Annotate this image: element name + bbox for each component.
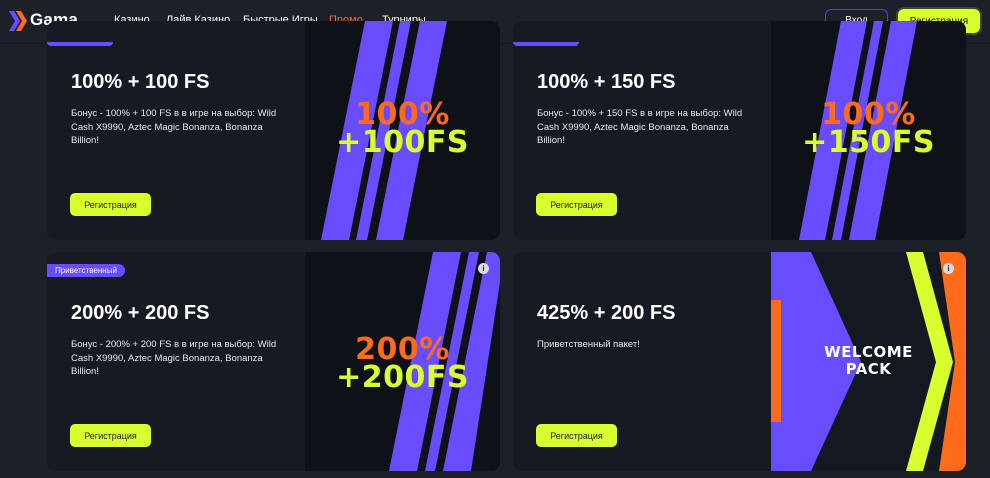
tag-stub (513, 42, 579, 46)
banner-line2: PACK (845, 360, 892, 378)
promo-description: Бонус - 100% + 150 FS в в игре на выбор:… (537, 108, 743, 146)
promo-banner-image: 100% +100FS (305, 21, 500, 240)
promo-card: Приветственный 200% + 200 FS Бонус - 200… (47, 252, 500, 471)
banner-caption: 200% +200FS (305, 335, 500, 395)
banner-freespins: +150FS (802, 125, 935, 160)
promo-banner-image: WELCOME PACK i (771, 252, 966, 471)
chevrons-logo-icon (9, 11, 27, 31)
promo-card: 100% + 150 FS Бонус - 100% + 150 FS в в … (513, 21, 966, 240)
banner-freespins: +100FS (336, 125, 469, 160)
welcome-pack-caption: WELCOME PACK (771, 344, 966, 378)
promo-title: 100% + 150 FS (537, 71, 676, 93)
promo-banner-image: 200% +200FS i (305, 252, 500, 471)
banner-line1: WELCOME (824, 343, 913, 361)
promo-description: Бонус - 100% + 100 FS в в игре на выбор:… (71, 108, 277, 146)
banner-caption: 100% +100FS (305, 100, 500, 160)
promo-card: 100% + 100 FS Бонус - 100% + 100 FS в в … (47, 21, 500, 240)
promo-register-button[interactable]: Регистрация (70, 424, 151, 447)
info-icon[interactable]: i (943, 263, 954, 274)
info-icon[interactable]: i (478, 263, 489, 274)
promo-title: 425% + 200 FS (537, 302, 676, 324)
promo-banner-image: 100% +150FS (771, 21, 966, 240)
tag-stub (47, 42, 113, 46)
promo-register-button[interactable]: Регистрация (70, 193, 151, 216)
promo-description: Приветственный пакет! (537, 339, 640, 350)
banner-caption: 100% +150FS (771, 100, 966, 160)
promo-card: 425% + 200 FS Приветственный пакет! Реги… (513, 252, 966, 471)
promo-register-button[interactable]: Регистрация (536, 193, 617, 216)
promo-title: 200% + 200 FS (71, 302, 210, 324)
banner-freespins: +200FS (336, 360, 469, 395)
promo-description: Бонус - 200% + 200 FS в в игре на выбор:… (71, 339, 277, 377)
welcome-tag: Приветственный (47, 264, 125, 277)
promo-title: 100% + 100 FS (71, 71, 210, 93)
promo-register-button[interactable]: Регистрация (536, 424, 617, 447)
